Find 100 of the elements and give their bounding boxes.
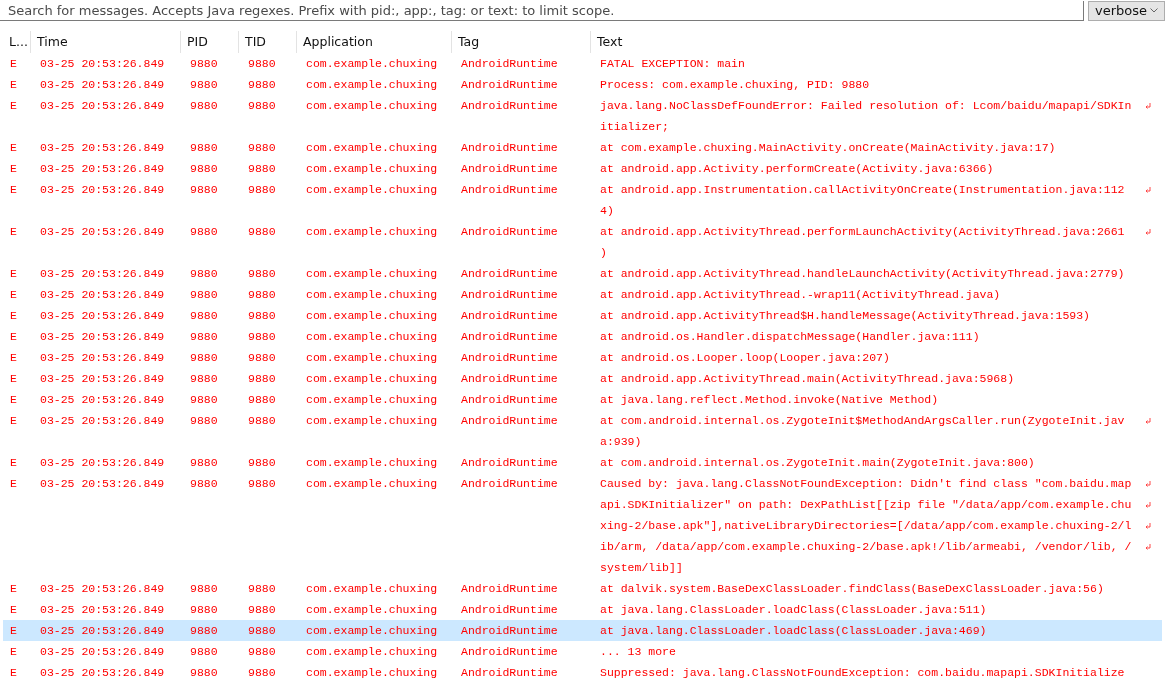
time-cell-text: 03-25 20:53:26.849 (39, 602, 166, 618)
line-wrap-icon (1144, 227, 1152, 236)
log-row[interactable]: E 03-25 20:53:26.849 9880 9880 com.example.chuxing AndroidRuntime at android.os.Handler.dispatchMessage(Handler.java:111) (3, 326, 1162, 347)
tid-cell-text: 9880 (247, 308, 277, 324)
tag-cell-text: AndroidRuntime (460, 644, 559, 660)
log-row[interactable]: E 03-25 20:53:26.849 9880 9880 com.example.chuxing AndroidRuntime at android.app.ActivityThread.performLaunchActivity(ActivityThread.java:2661 ) (3, 221, 1162, 263)
message-text: at android.os.Looper.loop(Looper.java:207) (600, 351, 890, 364)
log-row[interactable]: E 03-25 20:53:26.849 9880 9880 com.example.chuxing AndroidRuntime java.lang.NoClassDefFoundError: Failed resolution of: Lcom/baidu/mapapi/SDKIn itializer; (3, 95, 1162, 137)
application-cell-text: com.example.chuxing (305, 140, 439, 156)
pid-cell-text: 9880 (189, 140, 219, 156)
pid-cell-text: 9880 (189, 623, 219, 639)
log-row[interactable]: E 03-25 20:53:26.849 9880 9880 com.example.chuxing AndroidRuntime at com.android.internal.os.ZygoteInit$MethodAndArgsCaller.run(ZygoteInit.jav a:939) (3, 410, 1162, 452)
time-cell-text: 03-25 20:53:26.849 (39, 581, 166, 597)
message-text: at android.app.ActivityThread$H.handleMessage(ActivityThread.java:1593) (600, 309, 1090, 322)
application-cell-text: com.example.chuxing (305, 371, 439, 387)
log-row[interactable]: E 03-25 20:53:26.849 9880 9880 com.example.chuxing AndroidRuntime at android.os.Looper.loop(Looper.java:207) (3, 347, 1162, 368)
tag-cell-text: AndroidRuntime (460, 350, 559, 366)
column-header[interactable]: L... (0, 31, 30, 53)
pid-cell-text: 9880 (189, 329, 219, 345)
tid-cell-text: 9880 (247, 350, 277, 366)
log-row[interactable]: E 03-25 20:53:26.849 9880 9880 com.example.chuxing AndroidRuntime at android.app.ActivityThread$H.handleMessage(ActivityThread.java:1593) (3, 305, 1162, 326)
column-header[interactable]: PID (180, 31, 238, 53)
line-wrap-icon (1144, 542, 1152, 551)
search-field[interactable]: Search for messages. Accepts Java regexes. Prefix with pid:, app:, tag: or text: to limit scope. (0, 0, 1084, 21)
tid-cell-text: 9880 (247, 665, 277, 681)
tid-cell-text: 9880 (247, 287, 277, 303)
tag-cell-text: AndroidRuntime (460, 665, 559, 681)
tid-cell-text: 9880 (247, 644, 277, 660)
pid-cell-text: 9880 (189, 287, 219, 303)
tid-cell-text: 9880 (247, 161, 277, 177)
application-cell-text: com.example.chuxing (305, 602, 439, 618)
tid-cell-text: 9880 (247, 581, 277, 597)
tag-cell-text: AndroidRuntime (460, 476, 559, 492)
time-cell-text: 03-25 20:53:26.849 (39, 98, 166, 114)
time-cell-text: 03-25 20:53:26.849 (39, 665, 166, 681)
level-cell-text: E (9, 329, 18, 345)
application-cell-text: com.example.chuxing (305, 476, 439, 492)
message-text: Suppressed: java.lang.ClassNotFoundException: com.baidu.mapapi.SDKInitialize (600, 666, 1125, 679)
tag-cell-text: AndroidRuntime (460, 329, 559, 345)
log-row[interactable]: E 03-25 20:53:26.849 9880 9880 com.example.chuxing AndroidRuntime at android.app.ActivityThread.-wrap11(ActivityThread.java) (3, 284, 1162, 305)
log-row[interactable]: E 03-25 20:53:26.849 9880 9880 com.example.chuxing AndroidRuntime at com.example.chuxing.MainActivity.onCreate(MainActivity.java:17) (3, 137, 1162, 158)
time-cell-text: 03-25 20:53:26.849 (39, 371, 166, 387)
log-row[interactable]: E 03-25 20:53:26.849 9880 9880 com.example.chuxing AndroidRuntime Process: com.example.chuxing, PID: 9880 (3, 74, 1162, 95)
line-wrap-icon (1144, 416, 1152, 425)
log-row[interactable]: E 03-25 20:53:26.849 9880 9880 com.example.chuxing AndroidRuntime ... 13 more (3, 641, 1162, 662)
log-row[interactable]: E 03-25 20:53:26.849 9880 9880 com.example.chuxing AndroidRuntime at android.app.ActivityThread.handleLaunchActivity(ActivityThread.java:2779) (3, 263, 1162, 284)
tid-cell-text: 9880 (247, 392, 277, 408)
time-cell-text: 03-25 20:53:26.849 (39, 455, 166, 471)
tag-cell-text: AndroidRuntime (460, 56, 559, 72)
pid-cell-text: 9880 (189, 77, 219, 93)
log-row[interactable]: E 03-25 20:53:26.849 9880 9880 com.example.chuxing AndroidRuntime at com.android.internal.os.ZygoteInit.main(ZygoteInit.java:800) (3, 452, 1162, 473)
level-cell-text: E (9, 350, 18, 366)
log-row[interactable]: E 03-25 20:53:26.849 9880 9880 com.example.chuxing AndroidRuntime Suppressed: java.lang.ClassNotFoundException: com.baidu.mapapi.SDKInitialize (3, 662, 1162, 683)
log-row[interactable]: E 03-25 20:53:26.849 9880 9880 com.example.chuxing AndroidRuntime at android.app.Instrumentation.callActivityOnCreate(Instrumentation.java:112 4) (3, 179, 1162, 221)
message-text: system/lib]] (600, 561, 683, 574)
message-text: FATAL EXCEPTION: main (600, 57, 745, 70)
column-header[interactable]: Text (590, 31, 1165, 53)
tag-cell-text: AndroidRuntime (460, 623, 559, 639)
log-level-dropdown[interactable]: verbose (1088, 0, 1165, 21)
column-header[interactable]: TID (238, 31, 296, 53)
log-row[interactable]: E 03-25 20:53:26.849 9880 9880 com.example.chuxing AndroidRuntime at java.lang.ClassLoader.loadClass(ClassLoader.java:469) (3, 620, 1162, 641)
pid-cell-text: 9880 (189, 224, 219, 240)
application-cell-text: com.example.chuxing (305, 56, 439, 72)
pid-cell-text: 9880 (189, 455, 219, 471)
log-row[interactable]: E 03-25 20:53:26.849 9880 9880 com.example.chuxing AndroidRuntime at android.app.ActivityThread.main(ActivityThread.java:5968) (3, 368, 1162, 389)
tag-cell-text: AndroidRuntime (460, 455, 559, 471)
tid-cell-text: 9880 (247, 224, 277, 240)
column-header[interactable]: Time (30, 31, 180, 53)
time-cell-text: 03-25 20:53:26.849 (39, 161, 166, 177)
tid-cell-text: 9880 (247, 371, 277, 387)
tag-cell-text: AndroidRuntime (460, 77, 559, 93)
tid-cell-text: 9880 (247, 455, 277, 471)
log-row[interactable]: E 03-25 20:53:26.849 9880 9880 com.example.chuxing AndroidRuntime at java.lang.reflect.Method.invoke(Native Method) (3, 389, 1162, 410)
tag-cell-text: AndroidRuntime (460, 287, 559, 303)
level-cell-text: E (9, 308, 18, 324)
log-row[interactable]: E 03-25 20:53:26.849 9880 9880 com.example.chuxing AndroidRuntime at android.app.Activity.performCreate(Activity.java:6366) (3, 158, 1162, 179)
log-row[interactable]: E 03-25 20:53:26.849 9880 9880 com.example.chuxing AndroidRuntime at dalvik.system.BaseDexClassLoader.findClass(BaseDexClassLoader.java:56) (3, 578, 1162, 599)
level-cell-text: E (9, 56, 18, 72)
tag-cell-text: AndroidRuntime (460, 413, 559, 429)
tid-cell-text: 9880 (247, 98, 277, 114)
tag-cell-text: AndroidRuntime (460, 602, 559, 618)
pid-cell-text: 9880 (189, 56, 219, 72)
log-row[interactable]: E 03-25 20:53:26.849 9880 9880 com.example.chuxing AndroidRuntime at java.lang.ClassLoader.loadClass(ClassLoader.java:511) (3, 599, 1162, 620)
application-cell-text: com.example.chuxing (305, 266, 439, 282)
message-text: ... 13 more (600, 645, 676, 658)
level-cell-text: E (9, 602, 18, 618)
time-cell-text: 03-25 20:53:26.849 (39, 623, 166, 639)
level-cell-text: E (9, 413, 18, 429)
application-cell-text: com.example.chuxing (305, 308, 439, 324)
message-text: at java.lang.reflect.Method.invoke(Native Method) (600, 393, 939, 406)
level-cell-text: E (9, 623, 18, 639)
tid-cell-text: 9880 (247, 413, 277, 429)
message-text: 4) (600, 204, 614, 217)
column-header[interactable]: Application (296, 31, 451, 53)
message-text: at android.app.ActivityThread.main(ActivityThread.java:5968) (600, 372, 1015, 385)
column-header[interactable]: Tag (451, 31, 590, 53)
message-text: Process: com.example.chuxing, PID: 9880 (600, 78, 870, 91)
pid-cell-text: 9880 (189, 350, 219, 366)
time-cell-text: 03-25 20:53:26.849 (39, 476, 166, 492)
log-row[interactable]: E 03-25 20:53:26.849 9880 9880 com.example.chuxing AndroidRuntime FATAL EXCEPTION: main (3, 53, 1162, 74)
